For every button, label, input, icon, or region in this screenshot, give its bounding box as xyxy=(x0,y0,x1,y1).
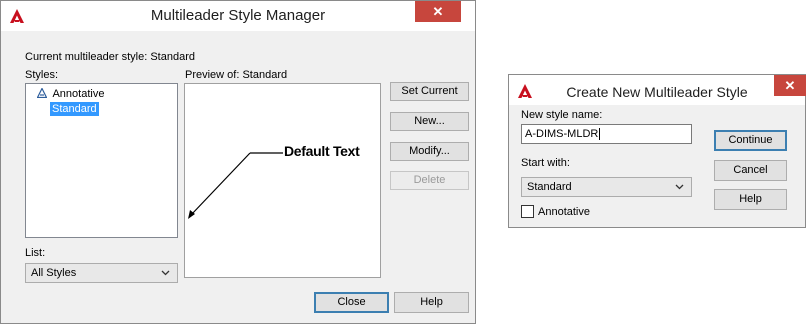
start-with-label: Start with: xyxy=(521,157,570,169)
new-style-name-value: A-DIMS-MLDR xyxy=(525,128,599,140)
set-current-button[interactable]: Set Current xyxy=(390,82,469,101)
styles-label: Styles: xyxy=(25,69,59,81)
list-filter-value: All Styles xyxy=(31,267,77,279)
style-item-label: Annotative xyxy=(52,88,105,100)
preview-default-text: Default Text xyxy=(284,143,360,159)
current-style-label: Current multileader style: Standard xyxy=(25,51,195,63)
help-button[interactable]: Help xyxy=(394,292,469,313)
multileader-style-manager-dialog: Multileader Style Manager ✕ Current mult… xyxy=(0,0,476,324)
chevron-down-icon xyxy=(161,270,170,276)
preview-pane: Default Text xyxy=(184,83,381,278)
manager-title: Multileader Style Manager xyxy=(150,7,326,24)
cancel-button[interactable]: Cancel xyxy=(714,160,787,181)
styles-listbox[interactable]: Annotative Standard xyxy=(25,83,178,238)
close-icon: ✕ xyxy=(432,4,444,19)
list-filter-select[interactable]: All Styles xyxy=(25,263,178,283)
style-item-annotative[interactable]: Annotative xyxy=(36,87,105,101)
manager-titlebar: Multileader Style Manager ✕ xyxy=(1,1,475,31)
start-with-select[interactable]: Standard xyxy=(521,177,692,197)
create-close-button[interactable]: ✕ xyxy=(774,75,806,96)
new-style-name-input[interactable]: A-DIMS-MLDR xyxy=(521,124,692,144)
create-title: Create New Multileader Style xyxy=(566,84,748,100)
style-item-standard[interactable]: Standard xyxy=(50,102,99,116)
new-button[interactable]: New... xyxy=(390,112,469,131)
list-label: List: xyxy=(25,247,46,259)
create-titlebar: Create New Multileader Style ✕ xyxy=(509,75,806,105)
close-icon: ✕ xyxy=(784,78,796,93)
chevron-down-icon xyxy=(675,184,684,190)
new-style-name-label: New style name: xyxy=(521,109,603,121)
create-new-multileader-style-dialog: Create New Multileader Style ✕ New style… xyxy=(508,74,806,228)
manager-close-button[interactable]: ✕ xyxy=(415,1,461,22)
annotative-scale-icon xyxy=(36,87,48,99)
leader-line-preview xyxy=(188,152,283,219)
help-button[interactable]: Help xyxy=(714,189,787,210)
delete-button[interactable]: Delete xyxy=(390,171,469,190)
annotative-checkbox[interactable] xyxy=(521,205,534,218)
close-button[interactable]: Close xyxy=(314,292,389,313)
style-item-label: Standard xyxy=(52,103,97,115)
modify-button[interactable]: Modify... xyxy=(390,142,469,161)
annotative-label: Annotative xyxy=(538,206,590,218)
preview-label: Preview of: Standard xyxy=(185,69,288,81)
continue-button[interactable]: Continue xyxy=(714,130,787,151)
start-with-value: Standard xyxy=(527,181,572,193)
